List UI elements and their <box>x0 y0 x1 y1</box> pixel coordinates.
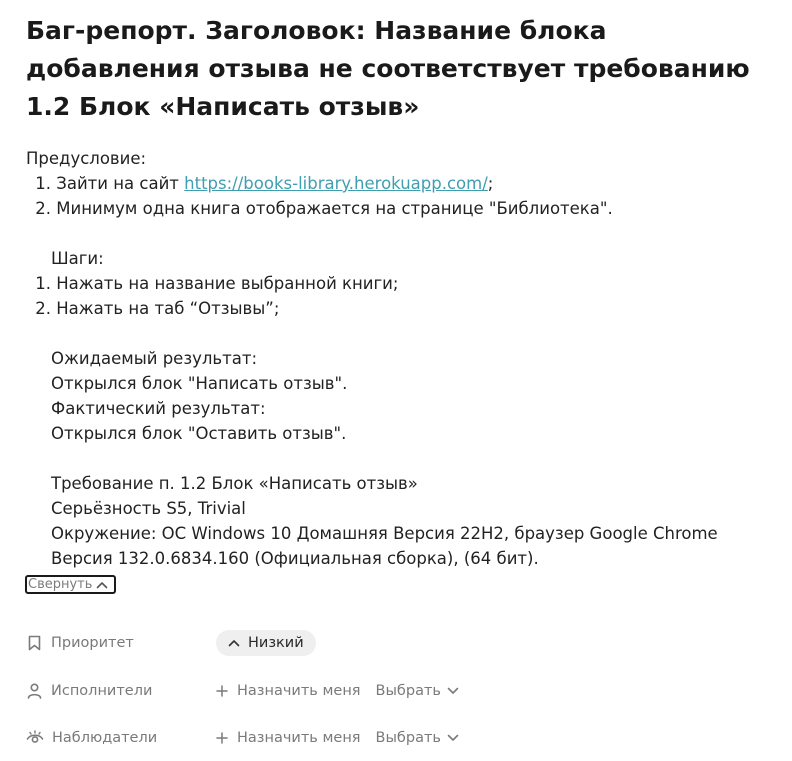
actual-text: Открылся блок "Оставить отзыв". <box>51 424 347 443</box>
chevron-down-icon <box>447 734 459 741</box>
choose-label: Выбрать <box>375 730 441 746</box>
watchers-label: Наблюдатели <box>52 730 158 746</box>
watchers-label-group: Наблюдатели <box>26 729 216 747</box>
assign-me-button[interactable]: Назначить меня <box>216 683 361 699</box>
priority-label-group: Приоритет <box>26 634 216 652</box>
bookmark-icon <box>28 635 41 651</box>
environment-text: Окружение: ОС Windows 10 Домашняя Версия… <box>51 524 718 543</box>
user-icon <box>27 683 42 699</box>
site-link[interactable]: https://books-library.herokuapp.com/ <box>184 174 488 193</box>
assignees-label: Исполнители <box>51 683 153 699</box>
choose-label: Выбрать <box>375 683 441 699</box>
list-item: 1. Зайти на сайт https://books-library.h… <box>26 171 766 196</box>
list-item: 2. Нажать на таб “Отзывы”; <box>26 296 766 321</box>
page-title: Баг-репорт. Заголовок: Название блока до… <box>26 16 750 121</box>
assign-me-label: Назначить меня <box>237 683 361 699</box>
list-text-suffix: ; <box>487 174 494 193</box>
watchers-row: Наблюдатели Назначить меня Выбрать <box>26 725 474 751</box>
description: Предусловие: 1. Зайти на сайт https://bo… <box>26 146 766 571</box>
list-number: 1. <box>35 174 51 193</box>
choose-watcher-dropdown[interactable]: Выбрать <box>376 730 459 746</box>
collapse-button[interactable]: Свернуть <box>25 575 116 594</box>
collapse-label: Свернуть <box>28 577 93 592</box>
plus-icon <box>216 732 228 744</box>
steps-heading: Шаги: <box>51 249 104 268</box>
chevron-up-icon <box>97 581 108 588</box>
list-text: Нажать на название выбранной книги; <box>56 274 399 293</box>
priority-row: Приоритет Низкий <box>26 630 316 656</box>
plus-icon <box>216 685 228 697</box>
requirement-text: Требование п. 1.2 Блок «Написать отзыв» <box>51 474 418 493</box>
expected-heading: Ожидаемый результат: <box>51 349 258 368</box>
assign-me-label: Назначить меня <box>237 730 361 746</box>
assignees-row: Исполнители Назначить меня Выбрать <box>26 678 474 704</box>
expected-text: Открылся блок "Написать отзыв". <box>51 374 348 393</box>
watch-assign-me-button[interactable]: Назначить меня <box>216 730 361 746</box>
list-number: 2. <box>35 199 51 218</box>
choose-assignee-dropdown[interactable]: Выбрать <box>376 683 459 699</box>
list-text: Нажать на таб “Отзывы”; <box>56 299 280 318</box>
chevron-up-icon <box>228 640 240 647</box>
priority-value: Низкий <box>248 635 304 651</box>
list-item: 1. Нажать на название выбранной книги; <box>26 271 766 296</box>
environment-text-cont: Версия 132.0.6834.160 (Официальная сборк… <box>51 549 539 568</box>
list-item: 2. Минимум одна книга отображается на ст… <box>26 196 766 221</box>
actual-heading: Фактический результат: <box>51 399 266 418</box>
chevron-down-icon <box>447 687 459 694</box>
assignees-label-group: Исполнители <box>26 682 216 700</box>
list-text: Минимум одна книга отображается на стран… <box>56 199 613 218</box>
priority-select[interactable]: Низкий <box>216 630 316 656</box>
list-number: 1. <box>35 274 51 293</box>
priority-label: Приоритет <box>51 635 134 651</box>
eye-icon <box>26 730 44 743</box>
list-text: Зайти на сайт <box>56 174 185 193</box>
list-number: 2. <box>35 299 51 318</box>
precondition-heading: Предусловие: <box>26 149 147 168</box>
severity-text: Серьёзность S5, Trivial <box>51 499 246 518</box>
